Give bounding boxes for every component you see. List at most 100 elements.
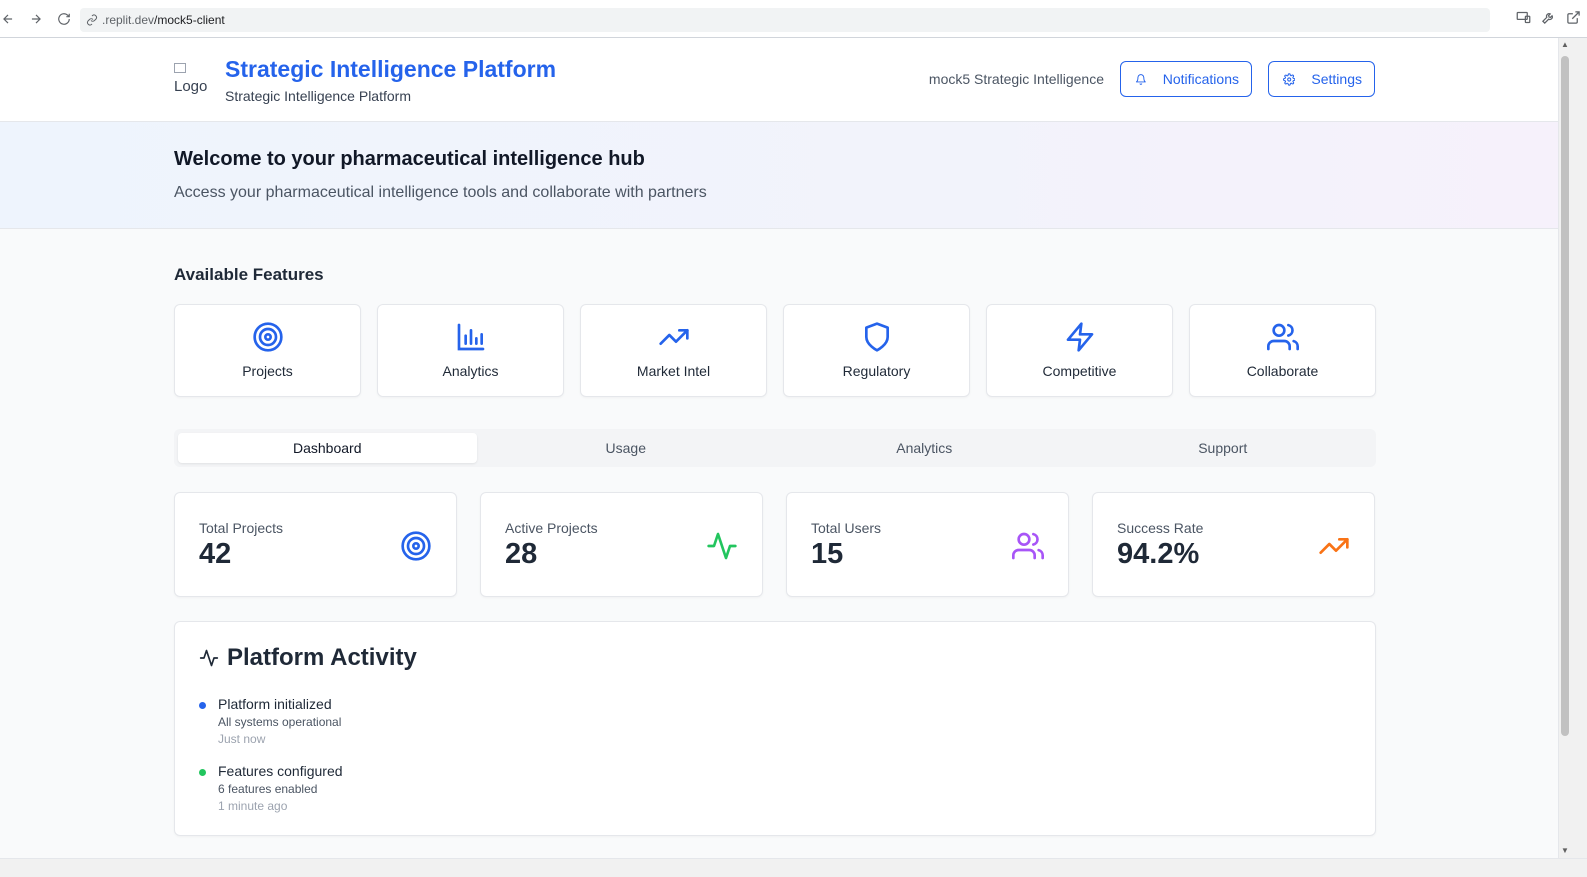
tab-support[interactable]: Support: [1074, 433, 1373, 463]
arrow-left-icon: [3, 14, 13, 23]
stat-icon-wrap: [1012, 530, 1045, 562]
feature-label: Regulatory: [842, 363, 911, 379]
activity-item-body: Features configured 6 features enabled 1…: [218, 763, 343, 813]
feature-label: Analytics: [442, 363, 499, 379]
feature-card-collaborate[interactable]: Collaborate: [1189, 304, 1376, 397]
target-icon: [252, 322, 283, 352]
stat-label: Total Projects: [199, 520, 284, 536]
activity-title: Platform Activity: [227, 644, 417, 671]
feature-card-regulatory[interactable]: Regulatory: [783, 304, 970, 397]
activity-item: Platform initialized All systems operati…: [199, 696, 341, 746]
url-path: /mock5-client: [154, 13, 225, 27]
features-grid: Projects Analytics Market Intel Regulato…: [174, 304, 1376, 397]
feature-label: Collaborate: [1246, 363, 1319, 379]
activity-item-description: All systems operational: [218, 715, 342, 729]
organization-name: mock5 Strategic Intelligence: [928, 71, 1104, 87]
feature-card-projects[interactable]: Projects: [174, 304, 361, 397]
target-icon: [401, 531, 431, 561]
arrow-right-icon: [31, 14, 41, 23]
lightning-icon: [1066, 322, 1093, 352]
stats-grid: Total Projects 42 Active Projects 28 Tot…: [174, 492, 1376, 597]
settings-button[interactable]: Settings: [1268, 61, 1375, 97]
page: Logo Strategic Intelligence Platform Str…: [0, 38, 1558, 858]
url-host: .replit.dev: [102, 13, 155, 27]
back-button[interactable]: [0, 5, 22, 33]
stat-value: 28: [505, 538, 538, 570]
stat-icon-wrap: [400, 530, 432, 562]
activity-item: Features configured 6 features enabled 1…: [199, 763, 343, 813]
browser-tools: [1516, 10, 1581, 25]
app-header: Logo Strategic Intelligence Platform Str…: [0, 38, 1558, 122]
browser-toolbar: .replit.dev/mock5-client: [0, 0, 1587, 38]
tab-usage[interactable]: Usage: [477, 433, 776, 463]
welcome-banner: Welcome to your pharmaceutical intellige…: [0, 122, 1558, 229]
address-bar[interactable]: .replit.dev/mock5-client: [80, 8, 1490, 32]
scrollbar-thumb[interactable]: [1561, 56, 1569, 736]
vertical-scrollbar[interactable]: ▲ ▼: [1558, 38, 1587, 858]
platform-activity-card: Platform Activity Platform initialized A…: [174, 621, 1376, 836]
stat-value: 15: [811, 538, 844, 570]
header-actions: mock5 Strategic Intelligence Notificatio…: [929, 61, 1375, 97]
stat-icon-wrap: [706, 530, 738, 562]
bar-chart-icon: [457, 323, 484, 351]
stat-card-active-projects: Active Projects 28: [480, 492, 763, 597]
activity-item-time: Just now: [218, 732, 266, 746]
notifications-label: Notifications: [1162, 71, 1239, 87]
stat-value: 42: [199, 538, 232, 570]
activity-item-time: 1 minute ago: [218, 799, 288, 813]
wrench-icon[interactable]: [1541, 10, 1556, 25]
activity-header: Platform Activity: [199, 644, 417, 672]
feature-label: Market Intel: [636, 363, 711, 379]
scroll-up-arrow[interactable]: ▲: [1560, 40, 1570, 50]
horizontal-scrollbar[interactable]: [0, 858, 1587, 877]
link-icon: [87, 14, 97, 26]
activity-icon: [199, 649, 219, 667]
status-dot: [199, 702, 206, 709]
users-icon: [1266, 323, 1299, 351]
feature-card-market-intel[interactable]: Market Intel: [580, 304, 767, 397]
feature-card-analytics[interactable]: Analytics: [377, 304, 564, 397]
settings-label: Settings: [1311, 71, 1362, 87]
gear-icon: [1283, 72, 1296, 86]
page-subtitle: Strategic Intelligence Platform: [225, 88, 411, 104]
stat-icon-wrap: [1318, 530, 1350, 562]
broken-image-icon: [174, 63, 186, 73]
page-title: Strategic Intelligence Platform: [225, 56, 557, 82]
bell-icon: [1135, 73, 1146, 85]
stat-label: Active Projects: [505, 520, 598, 536]
users-icon: [1012, 532, 1045, 560]
external-link-icon[interactable]: [1566, 10, 1581, 25]
shield-icon: [864, 322, 889, 352]
trending-up-icon: [658, 329, 689, 345]
feature-label: Competitive: [1042, 363, 1117, 379]
stat-card-total-projects: Total Projects 42: [174, 492, 457, 597]
devices-icon[interactable]: [1516, 10, 1531, 25]
tab-analytics[interactable]: Analytics: [775, 433, 1074, 463]
activity-item-title: Features configured: [218, 763, 343, 779]
stat-label: Success Rate: [1117, 520, 1204, 536]
trending-up-icon: [1319, 538, 1349, 554]
logo: Logo: [174, 60, 214, 98]
logo-alt-text: Logo: [174, 78, 208, 95]
welcome-heading: Welcome to your pharmaceutical intellige…: [174, 148, 645, 170]
reload-button[interactable]: [50, 5, 78, 33]
feature-label: Projects: [242, 363, 293, 379]
activity-item-body: Platform initialized All systems operati…: [218, 696, 341, 746]
scroll-down-arrow[interactable]: ▼: [1560, 846, 1570, 856]
feature-card-competitive[interactable]: Competitive: [986, 304, 1173, 397]
dashboard-tabs: Dashboard Usage Analytics Support: [174, 429, 1376, 467]
features-title: Available Features: [174, 265, 324, 284]
tab-dashboard[interactable]: Dashboard: [178, 433, 477, 463]
reload-icon: [58, 12, 70, 25]
stat-value: 94.2%: [1117, 538, 1200, 570]
notifications-button[interactable]: Notifications: [1120, 61, 1252, 97]
activity-item-title: Platform initialized: [218, 696, 332, 712]
activity-item-description: 6 features enabled: [218, 782, 318, 796]
forward-button[interactable]: [22, 5, 50, 33]
activity-icon: [707, 532, 737, 560]
stat-card-total-users: Total Users 15: [786, 492, 1069, 597]
stat-label: Total Users: [811, 520, 882, 536]
welcome-description: Access your pharmaceutical intelligence …: [174, 184, 707, 201]
stat-card-success-rate: Success Rate 94.2%: [1092, 492, 1375, 597]
status-dot: [199, 769, 206, 776]
